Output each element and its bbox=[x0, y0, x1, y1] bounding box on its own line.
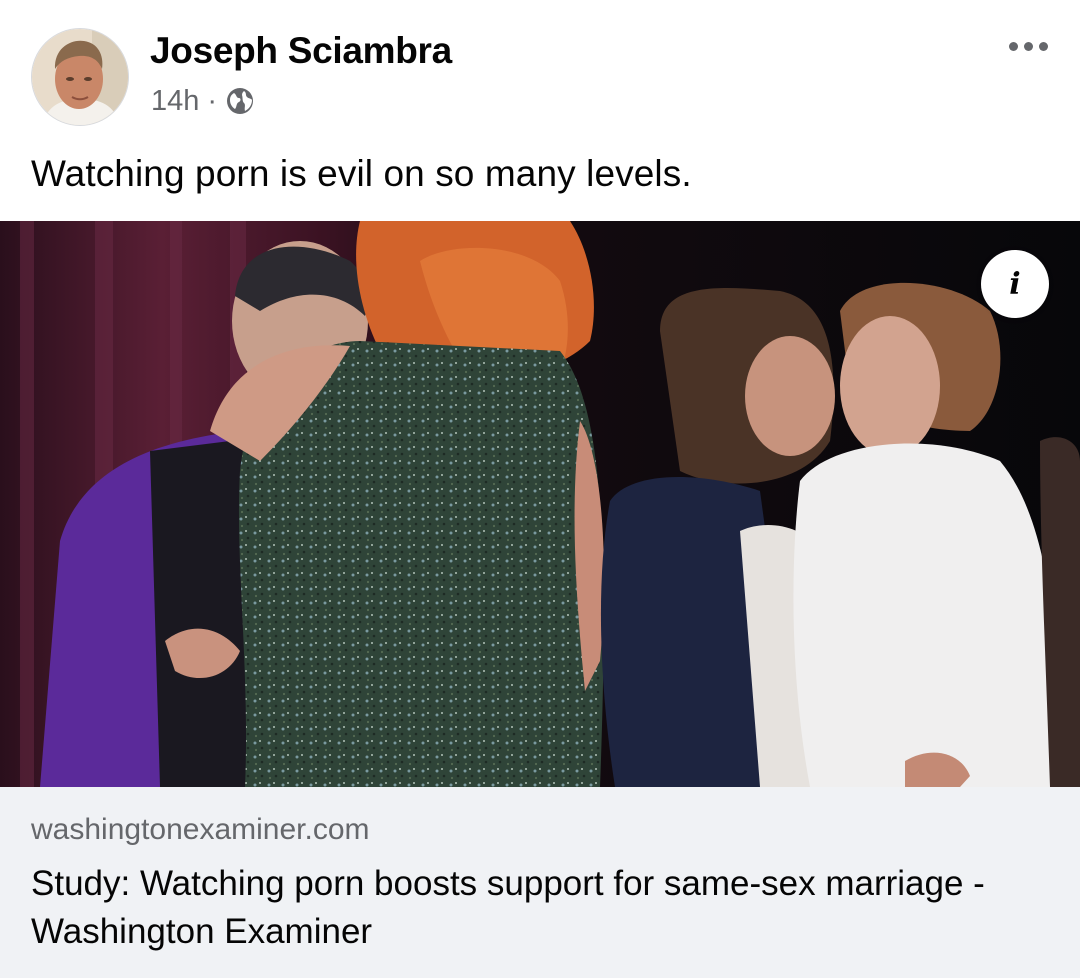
link-title: Study: Watching porn boosts support for … bbox=[31, 864, 985, 951]
link-preview-image[interactable] bbox=[0, 221, 1080, 787]
more-dot-icon bbox=[1008, 41, 1018, 51]
author-name[interactable]: Joseph Sciambra bbox=[150, 30, 452, 72]
globe-icon bbox=[225, 86, 255, 116]
article-photo bbox=[0, 221, 1080, 787]
info-icon: i bbox=[1009, 266, 1021, 302]
post-header: Joseph Sciambra 14h · bbox=[0, 0, 1080, 140]
post-timestamp[interactable]: 14h bbox=[151, 85, 199, 118]
link-preview-card[interactable]: washingtonexaminer.com Study: Watching p… bbox=[0, 787, 1080, 978]
more-options-button[interactable] bbox=[996, 28, 1060, 64]
more-dot-icon bbox=[1023, 41, 1033, 51]
author-avatar[interactable] bbox=[31, 28, 129, 126]
info-button[interactable]: i bbox=[981, 250, 1049, 318]
meta-separator: · bbox=[207, 84, 218, 117]
avatar-photo bbox=[32, 29, 128, 125]
link-domain: washingtonexaminer.com bbox=[31, 813, 370, 846]
post-meta: 14h · bbox=[151, 84, 255, 118]
post-text: Watching porn is evil on so many levels. bbox=[31, 153, 692, 194]
more-dot-icon bbox=[1038, 41, 1048, 51]
